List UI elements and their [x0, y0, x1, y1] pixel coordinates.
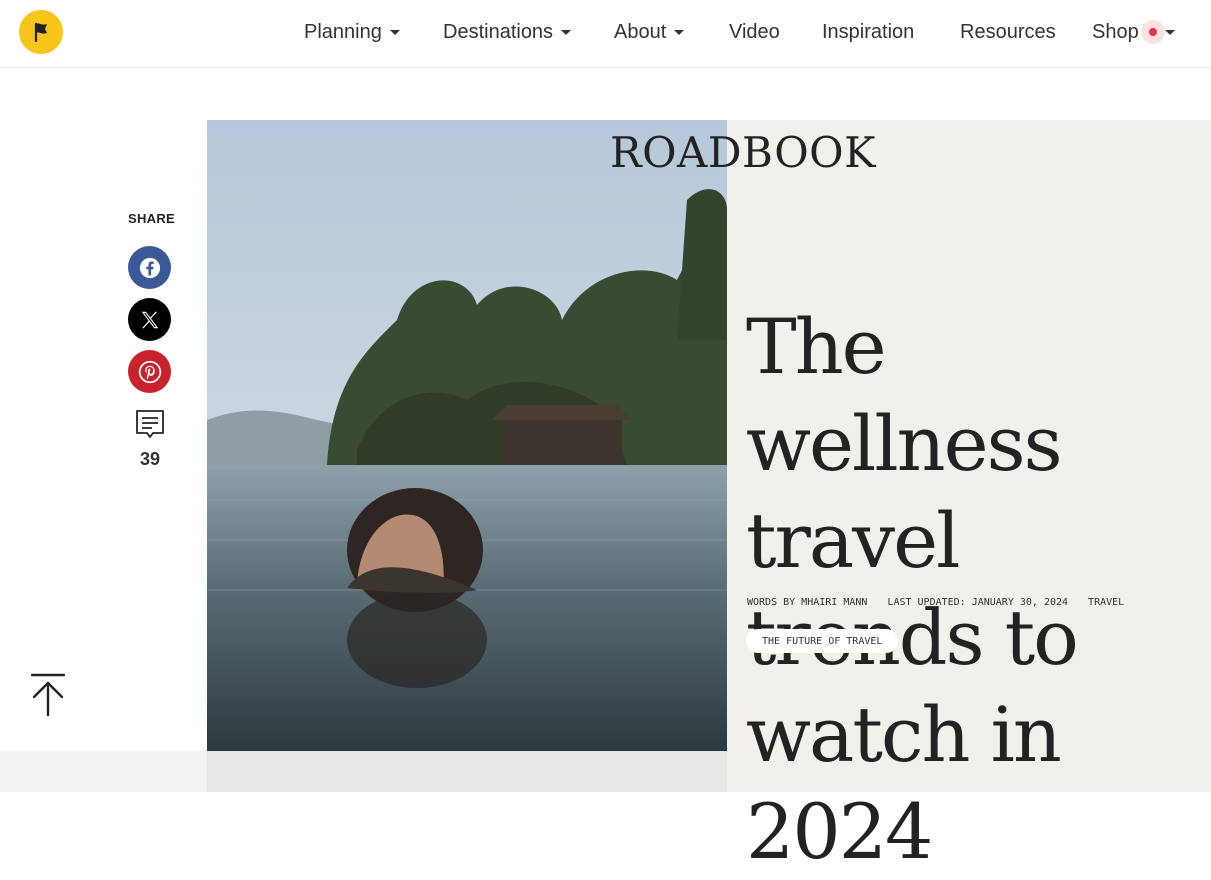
chevron-down-icon [1164, 29, 1175, 35]
chevron-down-icon [561, 29, 572, 35]
x-logo-icon [141, 311, 158, 328]
brand-title: ROADBOOK [610, 128, 876, 177]
article-byline: WORDS BY MHAIRI MANN [747, 597, 868, 608]
nav-planning-label: Planning [304, 20, 382, 43]
notification-dot-icon [1140, 20, 1165, 44]
nav-about-label: About [614, 20, 667, 43]
nav-destinations-label: Destinations [443, 20, 554, 43]
article-meta: WORDS BY MHAIRI MANN LAST UPDATED: JANUA… [747, 597, 1124, 608]
nav-inspiration-label: Inspiration [822, 20, 915, 43]
chevron-down-icon [389, 29, 400, 35]
facebook-icon [139, 257, 160, 278]
flag-icon [34, 22, 47, 43]
nav-inspiration[interactable]: Inspiration [822, 18, 914, 46]
comment-icon [136, 410, 164, 438]
site-header: Planning Destinations About Video Inspir… [0, 0, 1211, 68]
share-label: SHARE [128, 211, 176, 226]
back-to-top-button[interactable] [28, 672, 68, 718]
chevron-down-icon [674, 29, 685, 35]
comments-button[interactable]: 39 [128, 408, 172, 470]
topic-tag[interactable]: THE FUTURE OF TRAVEL [746, 629, 899, 653]
nav-shop-label: Shop [1092, 20, 1139, 43]
hero-image [207, 120, 727, 751]
nav-video[interactable]: Video [729, 18, 780, 46]
pinterest-icon [138, 360, 161, 383]
nav-resources-label: Resources [960, 20, 1056, 43]
category-link[interactable]: TRAVEL [1088, 597, 1124, 608]
article-headline: The wellness travel trends to watch in 2… [746, 302, 1079, 876]
pinterest-share-button[interactable] [128, 350, 171, 393]
image-caption-strip [207, 751, 727, 792]
comment-count: 39 [139, 449, 161, 469]
x-share-button[interactable] [128, 298, 171, 341]
nav-destinations[interactable]: Destinations [443, 18, 572, 46]
arrow-up-to-line-icon [30, 673, 66, 717]
nav-resources[interactable]: Resources [960, 18, 1056, 46]
facebook-share-button[interactable] [128, 246, 171, 289]
site-logo[interactable] [19, 10, 63, 54]
nav-shop[interactable]: Shop [1092, 18, 1175, 46]
nav-planning[interactable]: Planning [304, 18, 400, 46]
nav-about[interactable]: About [614, 18, 685, 46]
article-updated: LAST UPDATED: JANUARY 30, 2024 [887, 597, 1069, 608]
swimmer-lake-photo [207, 120, 727, 751]
nav-video-label: Video [729, 20, 780, 43]
